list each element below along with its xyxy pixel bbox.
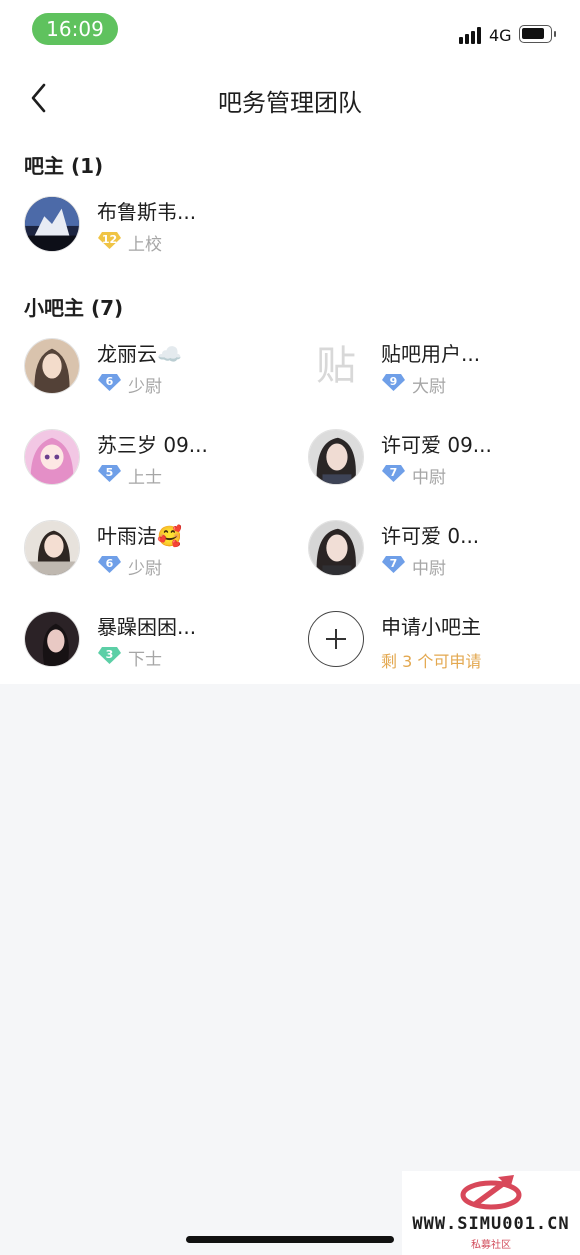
owner-member-item[interactable]: 布鲁斯韦... 12 上校 <box>24 196 284 260</box>
member-rank: 少尉 <box>128 377 162 397</box>
sub-member-item[interactable]: 暴躁困困... 3 下士 <box>24 611 284 675</box>
sub-member-item[interactable]: 许可爱 0... 7 中尉 <box>308 520 568 584</box>
level-gem-icon: 7 <box>381 554 406 574</box>
avatar[interactable] <box>24 429 80 485</box>
page-title: 吧务管理团队 <box>218 89 362 117</box>
sub-member-item[interactable]: 龙丽云☁️ 6 少尉 <box>24 338 284 402</box>
sub-member-item[interactable]: 许可爱 09... 7 中尉 <box>308 429 568 493</box>
member-name: 布鲁斯韦... <box>97 200 197 224</box>
sub-member-item[interactable]: 叶雨洁🥰 6 少尉 <box>24 520 284 584</box>
plus-icon[interactable] <box>308 611 364 667</box>
apply-remaining: 剩 3 个可申请 <box>381 652 482 671</box>
level-gem-icon: 7 <box>381 463 406 483</box>
network-label: 4G <box>489 26 512 45</box>
tieba-default-avatar-icon[interactable]: 贴 <box>308 338 364 394</box>
watermark-logo-icon <box>460 1175 522 1210</box>
member-name: 叶雨洁🥰 <box>97 524 182 548</box>
member-rank: 少尉 <box>128 559 162 579</box>
watermark-text: WWW.SIMU001.CN <box>412 1214 570 1234</box>
member-rank: 上校 <box>128 235 162 255</box>
level-gem-icon: 6 <box>97 554 122 574</box>
avatar[interactable] <box>24 520 80 576</box>
avatar[interactable] <box>308 520 364 576</box>
home-indicator <box>186 1236 394 1243</box>
avatar[interactable] <box>24 196 80 252</box>
avatar[interactable] <box>308 429 364 485</box>
member-name: 苏三岁 09... <box>97 433 208 457</box>
member-rank: 中尉 <box>412 468 446 488</box>
section-title-owner: 吧主 (1) <box>24 154 104 178</box>
member-rank: 中尉 <box>412 559 446 579</box>
level-gem-icon: 12 <box>97 230 122 250</box>
avatar[interactable] <box>24 611 80 667</box>
apply-sub-moderator-button[interactable]: 申请小吧主 剩 3 个可申请 <box>308 611 568 675</box>
level-gem-icon: 5 <box>97 463 122 483</box>
level-gem-icon: 3 <box>97 645 122 665</box>
member-name: 许可爱 09... <box>381 433 492 457</box>
member-rank: 下士 <box>128 650 162 670</box>
member-rank: 大尉 <box>412 377 446 397</box>
avatar[interactable] <box>24 338 80 394</box>
level-gem-icon: 9 <box>381 372 406 392</box>
sub-member-item[interactable]: 苏三岁 09... 5 上士 <box>24 429 284 493</box>
level-gem-icon: 6 <box>97 372 122 392</box>
sub-member-item[interactable]: 贴 贴吧用户... 9 大尉 <box>308 338 568 402</box>
member-name: 龙丽云☁️ <box>97 342 182 366</box>
member-rank: 上士 <box>128 468 162 488</box>
battery-icon <box>519 25 556 43</box>
member-name: 暴躁困困... <box>97 615 197 639</box>
watermark: WWW.SIMU001.CN 私募社区 <box>402 1171 580 1255</box>
watermark-subtext: 私募社区 <box>471 1240 511 1251</box>
section-title-sub: 小吧主 (7) <box>24 296 124 320</box>
status-time: 16:09 <box>32 13 118 45</box>
member-name: 许可爱 0... <box>381 524 480 548</box>
signal-icon <box>459 27 483 44</box>
apply-label: 申请小吧主 <box>381 615 481 639</box>
member-name: 贴吧用户... <box>381 342 481 366</box>
